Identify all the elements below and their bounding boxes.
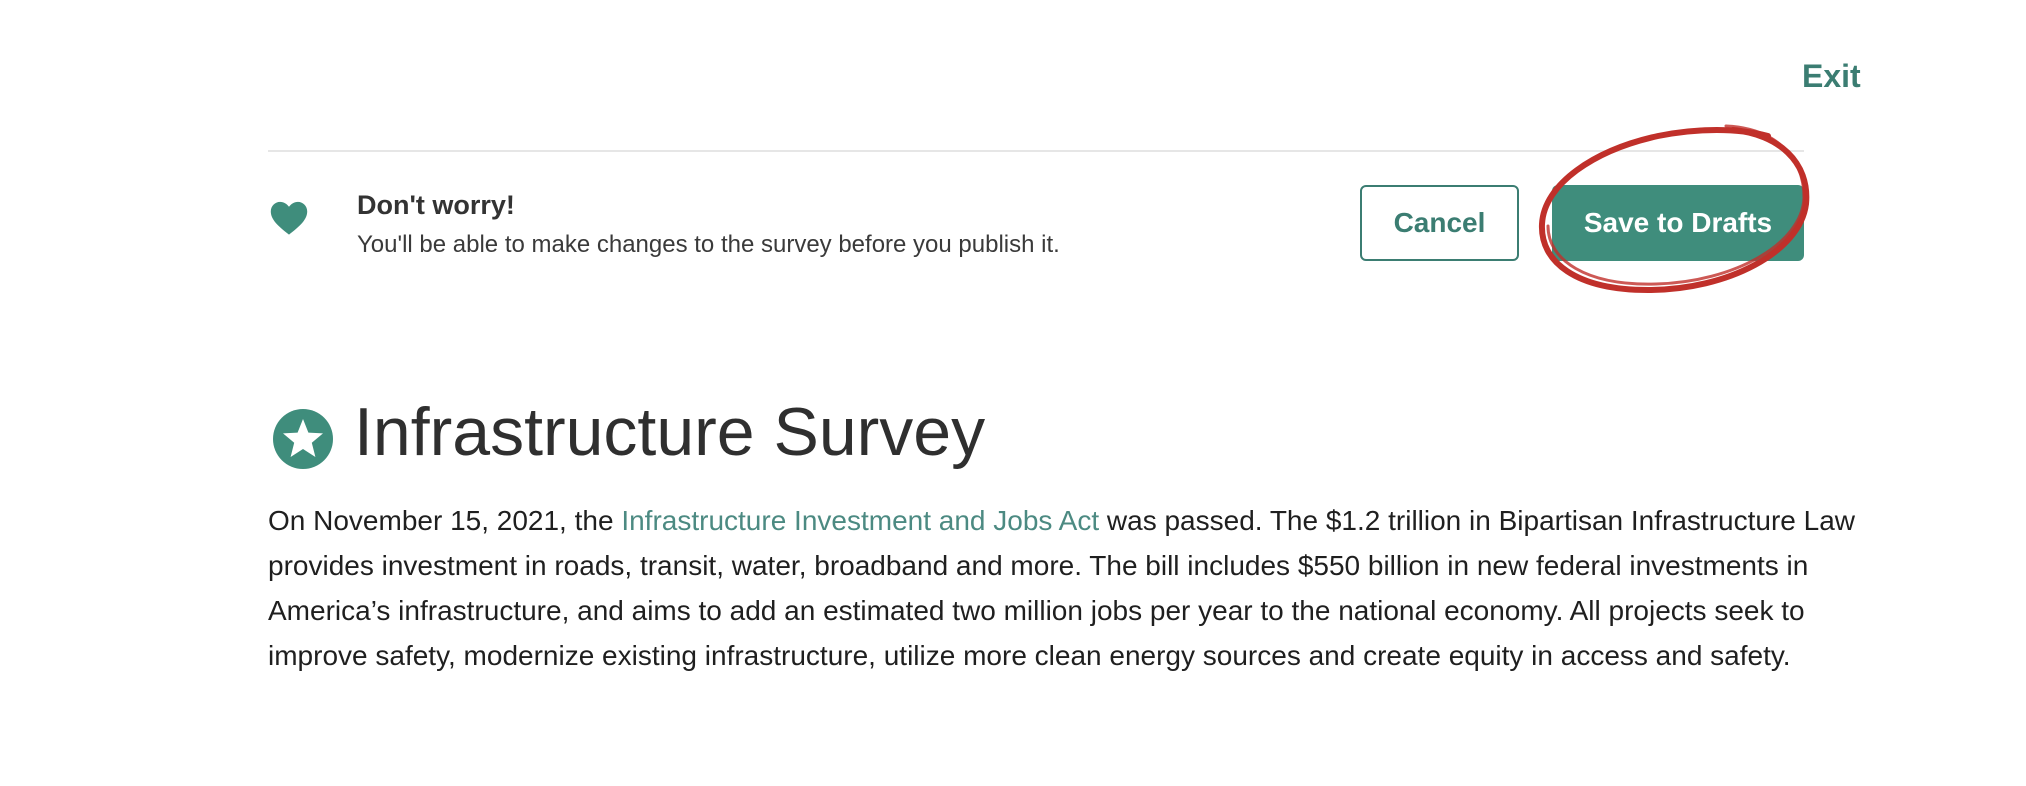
survey-description: On November 15, 2021, the Infrastructure… [268,498,1868,678]
notice-text: You'll be able to make changes to the su… [357,231,1060,258]
notice-title: Don't worry! [357,190,515,220]
exit-link[interactable]: Exit [1802,58,1861,95]
save-to-drafts-button[interactable]: Save to Drafts [1552,185,1804,261]
header-divider [268,150,1804,152]
cancel-button[interactable]: Cancel [1360,185,1519,261]
star-badge-icon [273,409,333,469]
description-text-before: On November 15, 2021, the [268,505,622,536]
infrastructure-act-link[interactable]: Infrastructure Investment and Jobs Act [621,505,1099,536]
heart-icon [270,201,308,235]
survey-title: Infrastructure Survey [354,394,986,470]
